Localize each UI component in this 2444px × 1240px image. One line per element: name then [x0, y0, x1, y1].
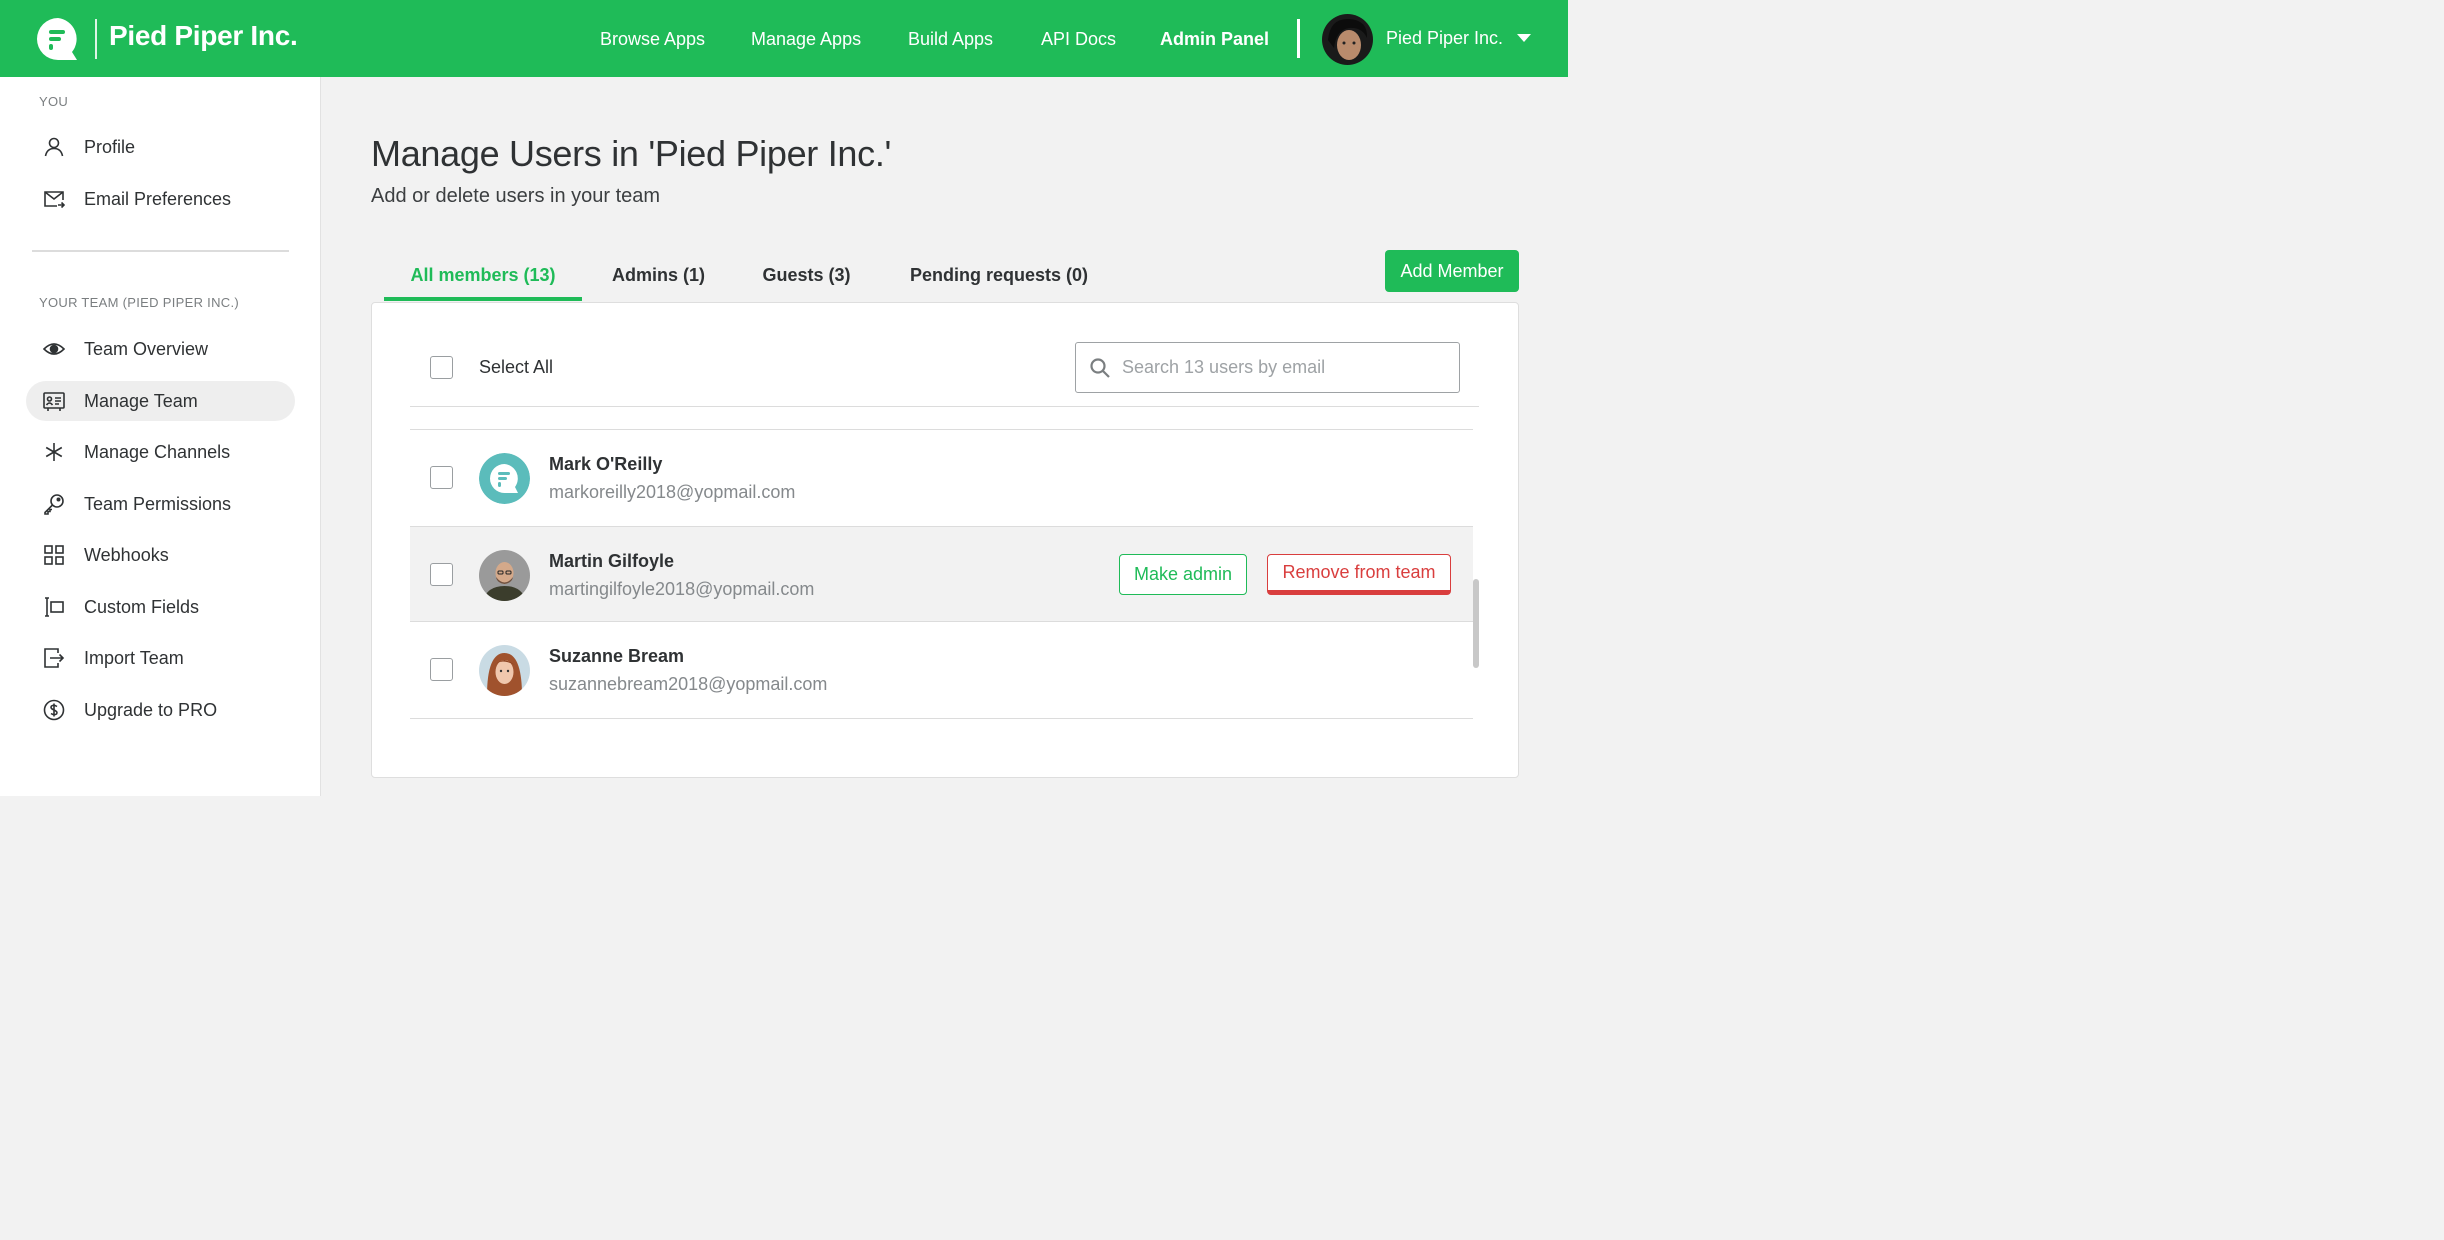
list-item[interactable]: Mark O'Reilly markoreilly2018@yopmail.co…: [410, 430, 1473, 526]
sidebar-item-upgrade-pro[interactable]: Upgrade to PRO: [26, 690, 295, 730]
top-bar: Pied Piper Inc. Browse Apps Manage Apps …: [0, 0, 1568, 77]
row-checkbox[interactable]: [430, 563, 453, 586]
sidebar-item-label: Manage Team: [84, 391, 198, 411]
sidebar-item-label: Team Permissions: [84, 494, 232, 514]
sidebar-item-label: Custom Fields: [84, 597, 200, 617]
sidebar-item-manage-team[interactable]: Manage Team: [26, 381, 295, 421]
nav-api-docs[interactable]: API Docs: [1041, 29, 1116, 50]
list-scrollbar[interactable]: [1473, 579, 1479, 668]
sidebar-item-label: Profile: [84, 137, 136, 157]
brand-logo-icon[interactable]: [37, 18, 79, 60]
account-avatar[interactable]: [1322, 14, 1373, 65]
sidebar-item-team-permissions[interactable]: Team Permissions: [26, 484, 295, 524]
tab-all-members[interactable]: All members (13): [384, 265, 582, 301]
user-name: Mark O'Reilly: [549, 454, 663, 474]
row-checkbox[interactable]: [430, 658, 453, 681]
tab-guests[interactable]: Guests (3): [748, 265, 865, 301]
select-all-label[interactable]: Select All: [479, 357, 553, 378]
avatar: [479, 645, 530, 696]
remove-from-team-button[interactable]: Remove from team: [1267, 554, 1451, 595]
sidebar-item-profile[interactable]: Profile: [26, 127, 295, 167]
user-email: markoreilly2018@yopmail.com: [549, 482, 796, 502]
make-admin-button[interactable]: Make admin: [1119, 554, 1247, 595]
nav-divider: [1297, 19, 1300, 58]
nav-admin-panel[interactable]: Admin Panel: [1160, 29, 1269, 50]
chevron-down-icon[interactable]: [1517, 34, 1531, 42]
sidebar-item-custom-fields[interactable]: Custom Fields: [26, 587, 295, 627]
dollar-icon: [43, 699, 65, 721]
key-icon: [44, 494, 64, 515]
user-name: Martin Gilfoyle: [549, 551, 675, 571]
search-box[interactable]: [1075, 342, 1460, 393]
snowflake-icon: [45, 443, 63, 461]
sidebar-item-label: Manage Channels: [84, 442, 231, 462]
section-label-you: YOU: [39, 94, 69, 109]
avatar: [479, 550, 530, 601]
brand-divider: [95, 19, 97, 59]
page-title: Manage Users in 'Pied Piper Inc.': [371, 133, 892, 174]
nav-build-apps[interactable]: Build Apps: [908, 29, 993, 50]
brand-name[interactable]: Pied Piper Inc.: [109, 20, 298, 52]
select-all-checkbox[interactable]: [430, 356, 453, 379]
tab-admins[interactable]: Admins (1): [599, 265, 718, 301]
nav-manage-apps[interactable]: Manage Apps: [751, 29, 861, 50]
account-name[interactable]: Pied Piper Inc.: [1386, 28, 1503, 49]
sidebar-item-label: Upgrade to PRO: [84, 700, 218, 720]
sidebar-item-manage-channels[interactable]: Manage Channels: [26, 432, 295, 472]
search-input[interactable]: [1122, 343, 1452, 392]
user-name: Suzanne Bream: [549, 646, 685, 666]
sidebar-divider: [32, 250, 289, 252]
import-icon: [44, 648, 65, 668]
sidebar: YOU Profile Email Preferences YOUR TEAM …: [0, 77, 321, 796]
sidebar-item-label: Email Preferences: [84, 189, 232, 209]
tab-pending-requests[interactable]: Pending requests (0): [896, 265, 1102, 301]
id-card-icon: [43, 392, 65, 411]
user-icon: [44, 137, 64, 157]
divider: [410, 406, 1479, 407]
row-checkbox[interactable]: [430, 466, 453, 489]
nav-browse-apps[interactable]: Browse Apps: [600, 29, 705, 50]
eye-icon: [43, 343, 65, 355]
divider: [410, 718, 1473, 719]
user-email: martingilfoyle2018@yopmail.com: [549, 579, 815, 599]
search-icon: [1090, 358, 1110, 378]
sidebar-item-import-team[interactable]: Import Team: [26, 638, 295, 678]
grid-icon: [44, 545, 64, 565]
page-subtitle: Add or delete users in your team: [371, 185, 661, 207]
sidebar-item-label: Team Overview: [84, 339, 209, 359]
add-member-button[interactable]: Add Member: [1385, 250, 1519, 292]
user-email: suzannebream2018@yopmail.com: [549, 674, 828, 694]
avatar: [479, 453, 530, 504]
mail-icon: [44, 191, 65, 209]
list-item[interactable]: Martin Gilfoyle martingilfoyle2018@yopma…: [410, 526, 1473, 622]
sidebar-item-team-overview[interactable]: Team Overview: [26, 329, 295, 369]
sidebar-item-label: Webhooks: [84, 545, 169, 565]
sidebar-item-email-preferences[interactable]: Email Preferences: [26, 179, 295, 219]
custom-fields-icon: [45, 597, 64, 617]
section-label-team: YOUR TEAM (PIED PIPER INC.): [39, 295, 239, 310]
sidebar-item-webhooks[interactable]: Webhooks: [26, 535, 295, 575]
list-item[interactable]: Suzanne Bream suzannebream2018@yopmail.c…: [410, 622, 1473, 718]
sidebar-item-label: Import Team: [84, 648, 184, 668]
